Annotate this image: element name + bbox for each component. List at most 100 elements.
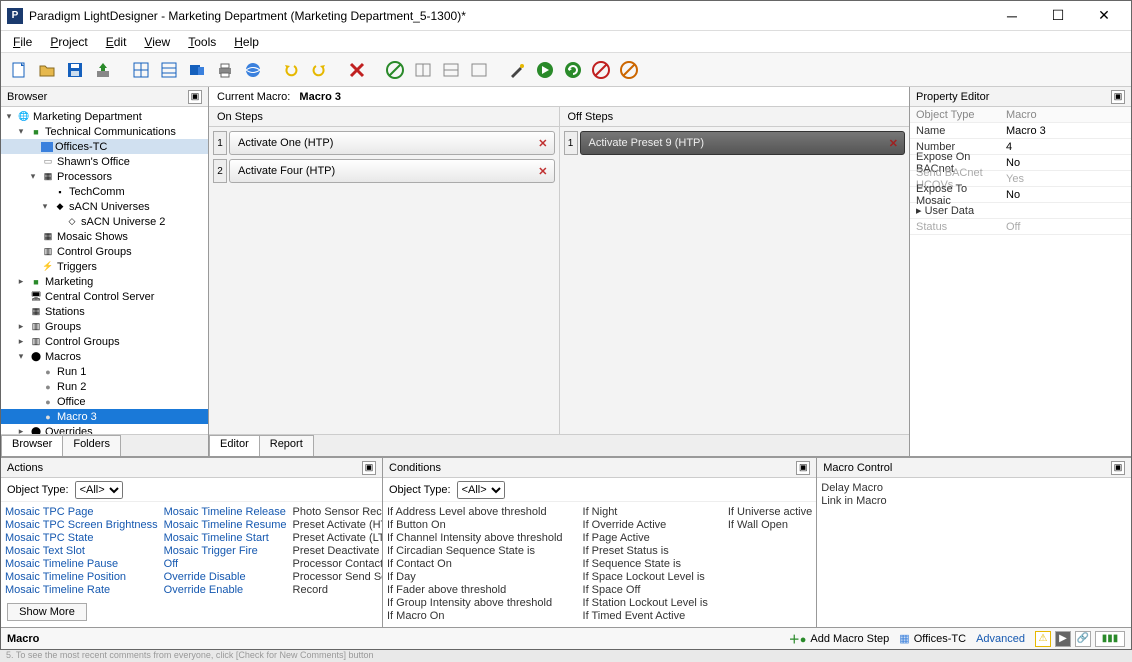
tab-report[interactable]: Report [259, 435, 314, 456]
prohibit-red-icon[interactable] [589, 58, 613, 82]
tree-offices-tc[interactable]: Offices-TC [1, 139, 208, 154]
add-macro-step-button[interactable]: ＋● Add Macro Step [789, 631, 890, 647]
condition-item[interactable]: If Override Active [583, 519, 708, 532]
condition-item[interactable]: If Page Active [583, 532, 708, 545]
menu-help[interactable]: Help [226, 33, 267, 51]
close-button[interactable]: ✕ [1081, 1, 1127, 31]
tab-browser[interactable]: Browser [1, 435, 63, 456]
advanced-link[interactable]: Advanced [976, 633, 1025, 645]
action-item[interactable]: Preset Activate (HTP) [293, 519, 382, 532]
condition-item[interactable]: If Fader above threshold [387, 584, 563, 597]
remove-step-icon[interactable]: ✕ [538, 165, 547, 178]
condition-item[interactable]: If Group Intensity above threshold [387, 597, 563, 610]
remove-step-icon[interactable]: ✕ [538, 137, 547, 150]
condition-item[interactable]: If Station Lockout Level is [583, 597, 708, 610]
action-item[interactable]: Preset Activate (LTP) [293, 532, 382, 545]
tree-node[interactable]: ▾⬤Macros [1, 349, 208, 364]
condition-item[interactable]: If Universe active [728, 506, 812, 519]
conditions-collapse-icon[interactable]: ▣ [796, 461, 810, 475]
conditions-objtype-select[interactable]: <All> [457, 481, 505, 499]
actions-collapse-icon[interactable]: ▣ [362, 461, 376, 475]
action-item[interactable]: Override Disable [164, 571, 287, 584]
action-item[interactable]: Mosaic Timeline Resume [164, 519, 287, 532]
condition-item[interactable]: If Contact On [387, 558, 563, 571]
tree-root[interactable]: ▾🌐Marketing Department [1, 109, 208, 124]
macro-control-item[interactable]: Delay Macro [821, 482, 1127, 495]
tree-node[interactable]: ▥Control Groups [1, 244, 208, 259]
condition-item[interactable]: If Circadian Sequence State is [387, 545, 563, 558]
tab-folders[interactable]: Folders [62, 435, 121, 456]
property-row[interactable]: StatusOff [910, 219, 1131, 235]
condition-item[interactable]: If Address Level above threshold [387, 506, 563, 519]
tree-node[interactable]: ◇sACN Universe 2 [1, 214, 208, 229]
tree-node[interactable]: ▸■Marketing [1, 274, 208, 289]
tree-node[interactable]: ▾▦Processors [1, 169, 208, 184]
step-item[interactable]: Activate Preset 9 (HTP)✕ [580, 131, 906, 155]
menu-project[interactable]: Project [42, 33, 95, 51]
action-item[interactable]: Mosaic Trigger Fire [164, 545, 287, 558]
action-item[interactable]: Override Enable [164, 584, 287, 597]
action-item[interactable]: Processor Send Serial [293, 571, 382, 584]
macro-control-collapse-icon[interactable]: ▣ [1111, 461, 1125, 475]
tree-node[interactable]: ▦Mosaic Shows [1, 229, 208, 244]
menu-file[interactable]: File [5, 33, 40, 51]
step-item[interactable]: Activate Four (HTP)✕ [229, 159, 555, 183]
browser-tree[interactable]: ▾🌐Marketing Department ▾■Technical Commu… [1, 107, 208, 434]
property-row[interactable]: NameMacro 3 [910, 123, 1131, 139]
delete-icon[interactable] [345, 58, 369, 82]
condition-item[interactable]: If Button On [387, 519, 563, 532]
action-item[interactable]: Off [164, 558, 287, 571]
action-item[interactable]: Mosaic Timeline Release [164, 506, 287, 519]
action-item[interactable]: Mosaic Timeline Start [164, 532, 287, 545]
tree-node[interactable]: ▸▥Groups [1, 319, 208, 334]
tree-macro3[interactable]: ●Macro 3 [1, 409, 208, 424]
action-item[interactable]: Mosaic TPC Screen Brightness [5, 519, 158, 532]
menu-edit[interactable]: Edit [98, 33, 135, 51]
tree-node[interactable]: ▾■Technical Communications [1, 124, 208, 139]
grid1-icon[interactable] [129, 58, 153, 82]
link-icon[interactable]: 🔗 [1075, 631, 1091, 647]
condition-item[interactable]: If Timed Event Active [583, 610, 708, 623]
tree-node[interactable]: ▭Shawn's Office [1, 154, 208, 169]
redo-icon[interactable] [307, 58, 331, 82]
maximize-button[interactable]: ☐ [1035, 1, 1081, 31]
step-item[interactable]: Activate One (HTP)✕ [229, 131, 555, 155]
tree-node[interactable]: ▸⬤Overrides [1, 424, 208, 434]
tree-node[interactable]: ▦Stations [1, 304, 208, 319]
upload-icon[interactable] [91, 58, 115, 82]
status-space[interactable]: ▦ Offices-TC [899, 632, 966, 645]
actions-objtype-select[interactable]: <All> [75, 481, 123, 499]
open-icon[interactable] [35, 58, 59, 82]
battery-icon[interactable]: ▮▮▮ [1095, 631, 1125, 647]
condition-item[interactable]: If Space Lockout Level is [583, 571, 708, 584]
remove-step-icon[interactable]: ✕ [889, 137, 898, 150]
tree-node[interactable]: ⚡Triggers [1, 259, 208, 274]
condition-item[interactable]: If Wall Open [728, 519, 812, 532]
property-grid[interactable]: Object TypeMacroNameMacro 3Number4Expose… [910, 107, 1131, 456]
device-icon[interactable] [185, 58, 209, 82]
minimize-button[interactable]: ─ [989, 1, 1035, 31]
prohibit-icon[interactable] [383, 58, 407, 82]
show-more-button[interactable]: Show More [7, 603, 87, 621]
action-item[interactable]: Mosaic TPC State [5, 532, 158, 545]
tree-node[interactable]: ●Run 1 [1, 364, 208, 379]
property-row[interactable]: Object TypeMacro [910, 107, 1131, 123]
split-icon[interactable] [411, 58, 435, 82]
tree-node[interactable]: ●Run 2 [1, 379, 208, 394]
condition-item[interactable]: If Preset Status is [583, 545, 708, 558]
action-item[interactable]: Mosaic TPC Page [5, 506, 158, 519]
condition-item[interactable]: If Sequence State is [583, 558, 708, 571]
action-item[interactable]: Preset Deactivate [293, 545, 382, 558]
tree-node[interactable]: ▸▥Control Groups [1, 334, 208, 349]
globe-icon[interactable] [241, 58, 265, 82]
step-row[interactable]: 2 Activate Four (HTP)✕ [213, 159, 555, 183]
play-green-icon[interactable] [533, 58, 557, 82]
action-item[interactable]: Record [293, 584, 382, 597]
new-icon[interactable] [7, 58, 31, 82]
condition-item[interactable]: If Macro On [387, 610, 563, 623]
menu-view[interactable]: View [136, 33, 178, 51]
reload-green-icon[interactable] [561, 58, 585, 82]
menu-tools[interactable]: Tools [180, 33, 224, 51]
condition-item[interactable]: If Day [387, 571, 563, 584]
grid2-icon[interactable] [157, 58, 181, 82]
